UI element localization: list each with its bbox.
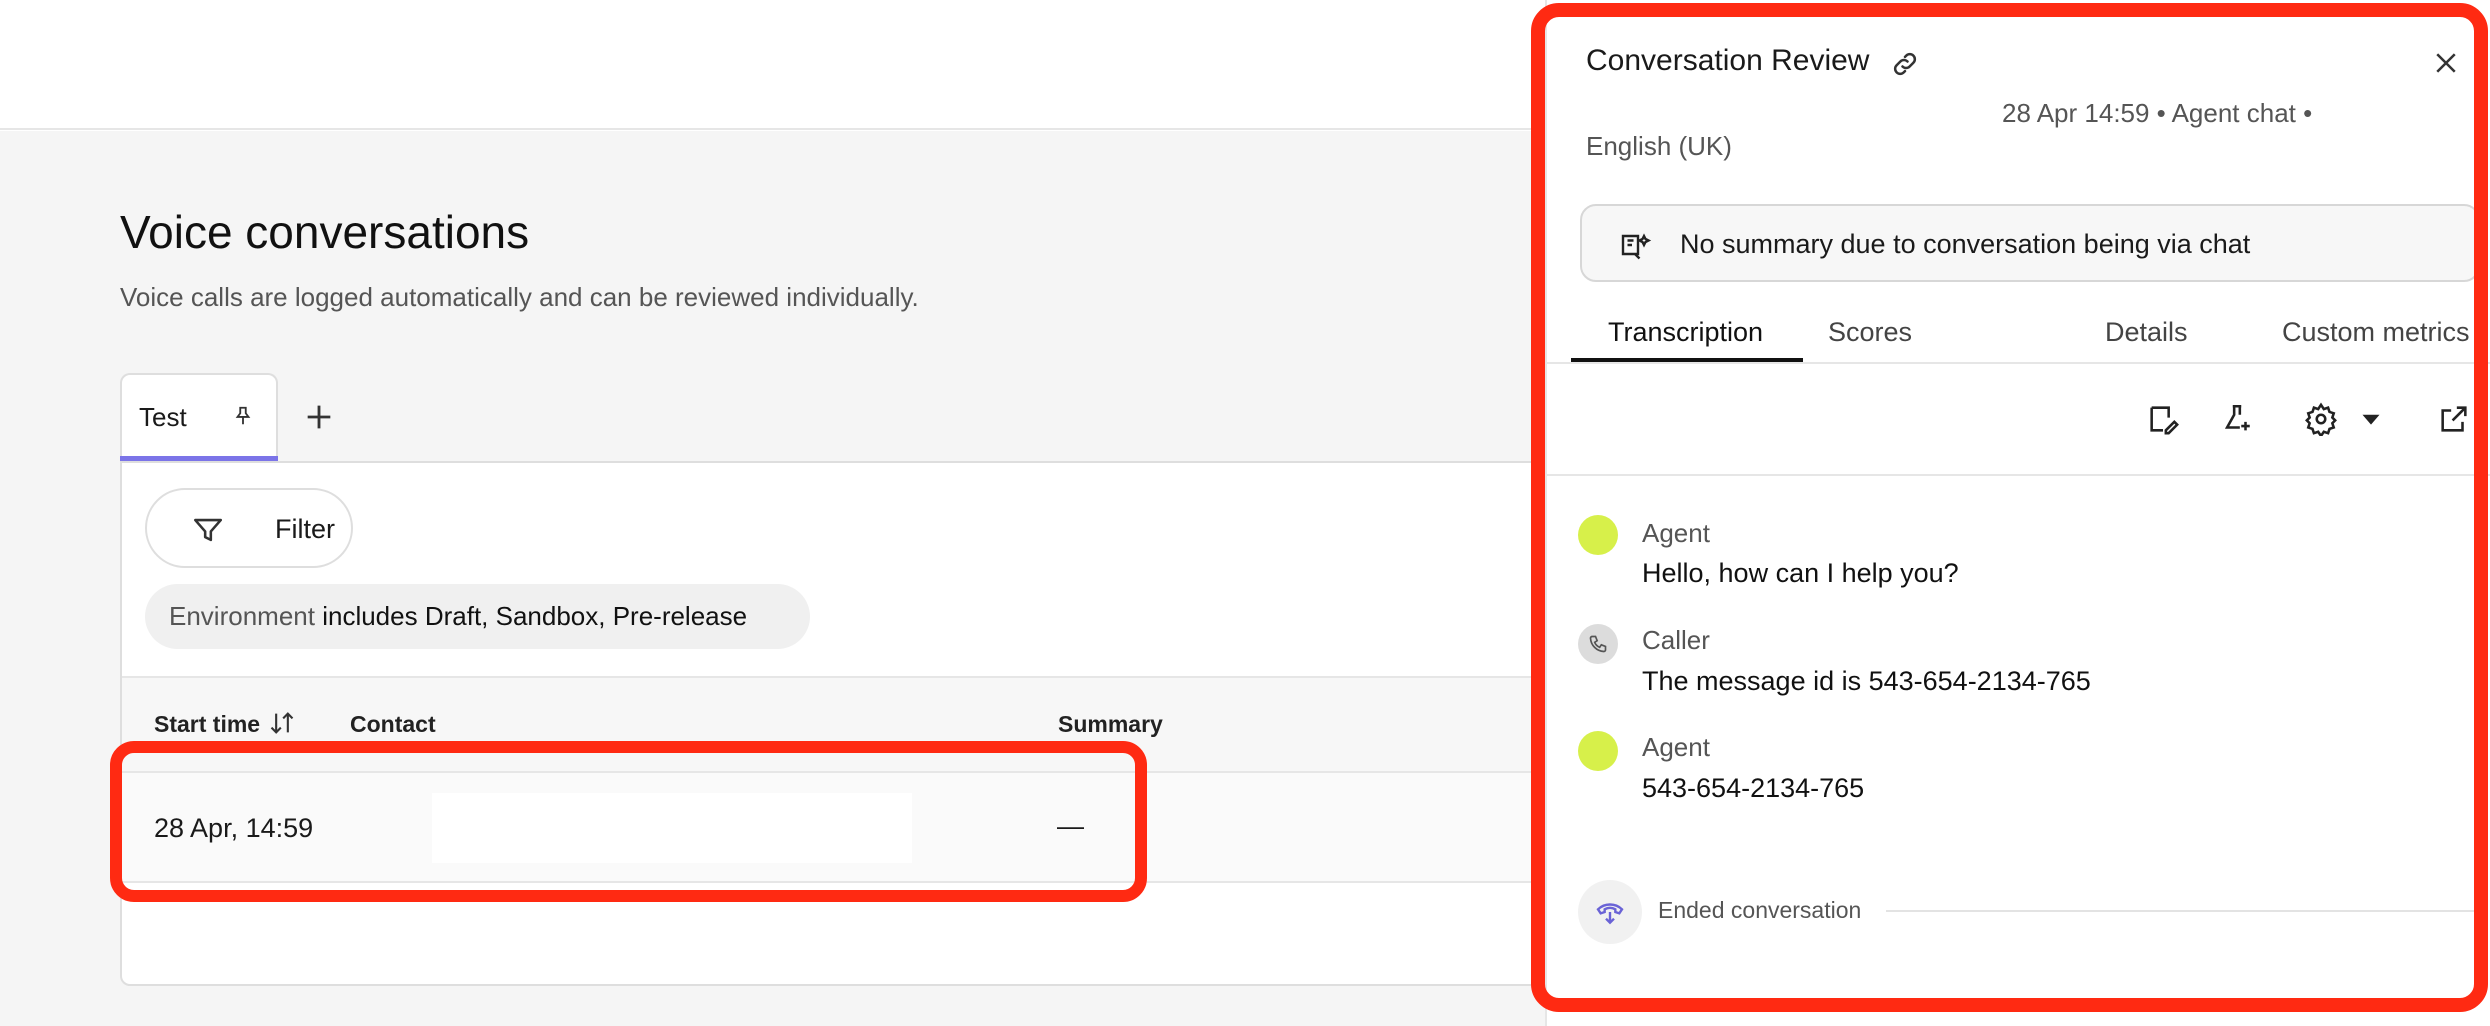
funnel-icon (193, 518, 223, 542)
edit-note-icon[interactable] (2146, 402, 2180, 436)
cell-contact (432, 793, 912, 863)
message-text: The message id is 543-654-2134-765 (1642, 666, 2091, 696)
end-divider (1886, 910, 2476, 912)
environment-filter-chip[interactable]: Environment includes Draft, Sandbox, Pre… (145, 584, 810, 649)
message-sender: Agent (1642, 732, 1710, 762)
filter-button[interactable]: Filter (145, 488, 353, 568)
drawer-title: Conversation Review (1586, 44, 1870, 77)
tab-transcription[interactable]: Transcription (1608, 317, 1763, 348)
link-icon[interactable] (1890, 49, 1920, 79)
column-start-time[interactable]: Start time (154, 711, 260, 738)
caller-avatar (1578, 624, 1618, 664)
tab-scores[interactable]: Scores (1828, 317, 1912, 348)
drawer-meta-line1: 28 Apr 14:59 • Agent chat • (2002, 98, 2313, 128)
column-summary[interactable]: Summary (1058, 711, 1163, 738)
message-sender: Caller (1642, 625, 1710, 655)
caret-down-icon[interactable] (2354, 402, 2388, 436)
drawer-tab-active-indicator (1571, 358, 1803, 362)
cell-summary: — (1057, 811, 1084, 841)
toolbar-divider (1546, 474, 2490, 476)
tab-test[interactable]: Test (120, 373, 278, 461)
message-text: Hello, how can I help you? (1642, 558, 1959, 588)
tab-test-label: Test (139, 402, 187, 432)
summary-text: No summary due to conversation being via… (1680, 229, 2251, 259)
filter-chip-value: includes Draft, Sandbox, Pre-release (322, 601, 748, 631)
tab-details[interactable]: Details (2105, 317, 2188, 348)
end-conversation-label: Ended conversation (1658, 897, 1862, 923)
summary-box: No summary due to conversation being via… (1580, 204, 2480, 282)
page-subtitle: Voice calls are logged automatically and… (120, 282, 919, 312)
flask-add-icon[interactable] (2220, 402, 2254, 436)
message-text: 543-654-2134-765 (1642, 773, 1865, 803)
tab-custom-metrics[interactable]: Custom metrics (2282, 317, 2470, 348)
message-sender: Agent (1642, 518, 1710, 548)
pin-icon[interactable] (232, 405, 254, 427)
top-bar (0, 0, 1545, 130)
table-header: Start time Contact Summary (122, 676, 1545, 773)
cell-start-time: 28 Apr, 14:59 (154, 813, 314, 843)
sparkle-note-icon (1621, 233, 1652, 260)
drawer-meta-line2: English (UK) (1586, 131, 1732, 161)
gear-icon[interactable] (2304, 402, 2338, 436)
filter-chip-key: Environment (169, 601, 315, 631)
external-link-icon[interactable] (2437, 402, 2471, 436)
agent-avatar (1578, 515, 1618, 555)
sort-arrows-icon[interactable] (268, 709, 296, 737)
end-call-icon (1578, 880, 1642, 944)
phone-icon (1589, 635, 1607, 653)
filter-button-label: Filter (275, 514, 335, 544)
plus-icon[interactable] (302, 400, 336, 434)
agent-avatar (1578, 731, 1618, 771)
column-contact[interactable]: Contact (350, 711, 436, 738)
table-row[interactable]: 28 Apr, 14:59 — (122, 773, 1545, 883)
page-title: Voice conversations (120, 206, 530, 258)
close-icon[interactable] (2431, 48, 2461, 78)
drawer-tabs: Transcription Scores Details Custom metr… (1546, 300, 2490, 364)
